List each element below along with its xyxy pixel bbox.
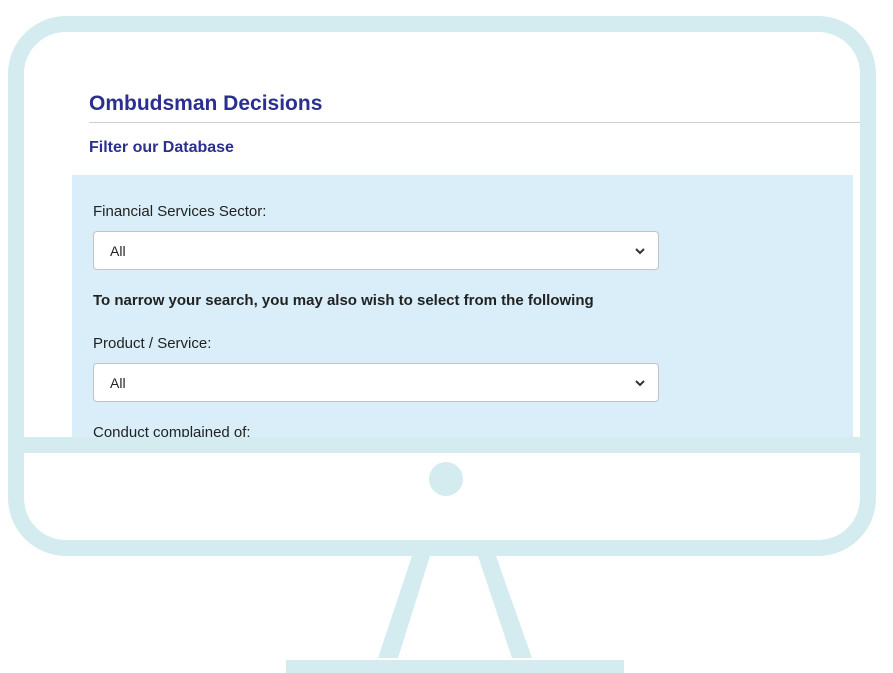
sector-select-value: All — [110, 243, 126, 259]
product-select-value: All — [110, 375, 126, 391]
power-indicator-icon — [429, 462, 463, 496]
monitor-illustration: Ombudsman Decisions Filter our Database … — [0, 0, 893, 673]
sector-label: Financial Services Sector: — [93, 203, 267, 220]
page-title: Ombudsman Decisions — [89, 92, 860, 123]
monitor-screen: Ombudsman Decisions Filter our Database … — [24, 32, 860, 437]
chevron-down-icon — [635, 380, 645, 387]
monitor-chin-divider — [24, 437, 860, 453]
conduct-label: Conduct complained of: — [93, 424, 251, 437]
sector-select[interactable]: All — [93, 231, 659, 270]
narrow-search-hint: To narrow your search, you may also wish… — [93, 292, 594, 309]
product-label: Product / Service: — [93, 335, 212, 352]
filter-panel: Financial Services Sector: All To narrow… — [72, 175, 853, 437]
filter-section-title: Filter our Database — [89, 139, 234, 156]
chevron-down-icon — [635, 248, 645, 255]
product-select[interactable]: All — [93, 363, 659, 402]
